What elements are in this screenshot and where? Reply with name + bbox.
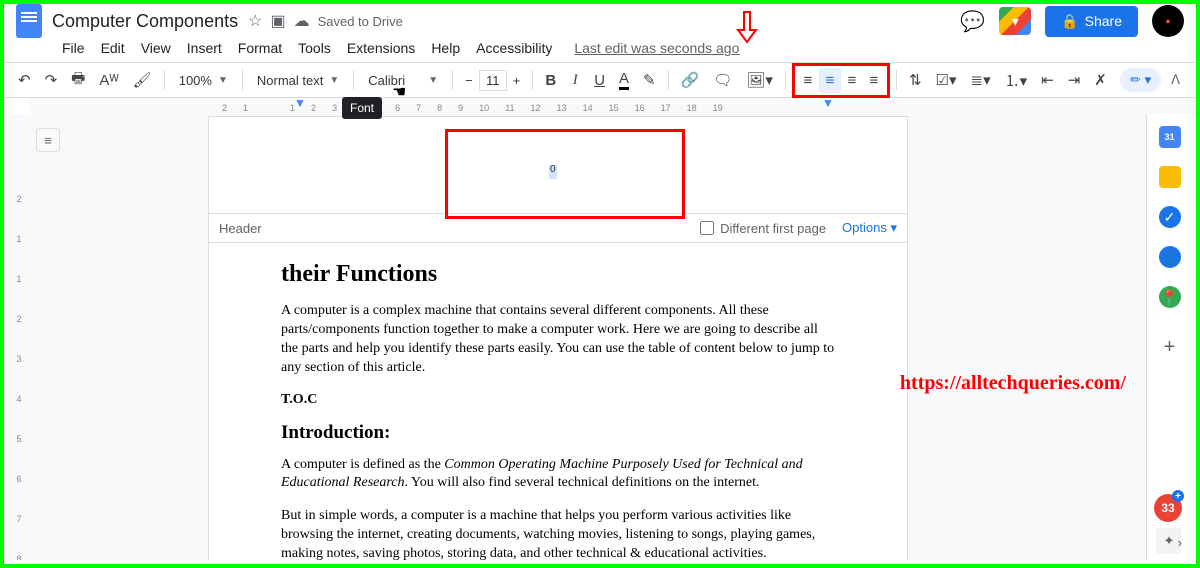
keep-icon[interactable] [1159, 166, 1181, 188]
decrease-font-button[interactable]: − [459, 70, 479, 91]
docs-logo-icon[interactable] [16, 4, 42, 38]
increase-font-button[interactable]: + [507, 70, 527, 91]
chevron-down-icon: ▼ [428, 75, 438, 86]
save-status: Saved to Drive [318, 14, 403, 29]
intro-paragraph[interactable]: A computer is a complex machine that con… [281, 302, 835, 378]
different-first-page-checkbox[interactable]: Different first page [700, 221, 826, 236]
italic-button[interactable]: I [564, 68, 586, 93]
menu-help[interactable]: Help [431, 40, 460, 56]
paint-format-button[interactable]: 🖌 [127, 67, 158, 93]
zoom-select[interactable]: 100% ▼ [171, 70, 236, 91]
alignment-group-highlight: ≡ ≡ ≡ ≡ [792, 63, 890, 98]
editing-mode-button[interactable]: ✏ ▾ [1120, 68, 1161, 92]
menu-file[interactable]: File [62, 40, 85, 56]
print-button[interactable]: 🖶 [65, 64, 91, 97]
spellcheck-button[interactable]: Aᵂ [93, 68, 124, 93]
move-folder-icon[interactable]: ▣ [270, 11, 285, 31]
left-indent-marker-icon[interactable]: ▼ [294, 96, 306, 110]
diff-first-label: Different first page [720, 221, 826, 236]
document-page[interactable]: Header Different first page Options ▾ th… [208, 116, 908, 560]
align-justify-button[interactable]: ≡ [863, 68, 885, 93]
menu-extensions[interactable]: Extensions [347, 40, 415, 56]
decrease-indent-button[interactable]: ⇤ [1035, 67, 1060, 93]
menu-accessibility[interactable]: Accessibility [476, 40, 552, 56]
meet-button[interactable]: ▾ [999, 7, 1031, 35]
menu-edit[interactable]: Edit [101, 40, 125, 56]
insert-comment-button[interactable]: 🗨 [707, 67, 738, 93]
watermark-text: https://alltechqueries.com/ [900, 372, 1126, 395]
line-spacing-button[interactable]: ⇅ [903, 67, 928, 93]
align-left-button[interactable]: ≡ [797, 68, 819, 93]
align-center-button[interactable]: ≡ [819, 68, 841, 93]
heading-introduction[interactable]: Introduction: [281, 422, 835, 444]
header-options-button[interactable]: Options ▾ [842, 220, 897, 236]
menu-bar: File Edit View Insert Format Tools Exten… [4, 38, 1196, 62]
numbered-list-button[interactable]: ⒈▾ [999, 66, 1034, 95]
cloud-saved-icon[interactable]: ☁ [294, 11, 310, 31]
align-right-button[interactable]: ≡ [841, 68, 863, 93]
annotation-arrow-down-icon [734, 10, 760, 46]
menu-format[interactable]: Format [238, 40, 282, 56]
increase-indent-button[interactable]: ⇥ [1062, 67, 1087, 93]
notification-badge[interactable]: 33 [1154, 494, 1182, 522]
style-value: Normal text [257, 73, 323, 88]
toolbar: ↶ ↷ 🖶 Aᵂ 🖌 100% ▼ Normal text ▼ Calibri … [4, 62, 1196, 98]
menu-view[interactable]: View [141, 40, 171, 56]
vertical-ruler[interactable]: 2 1 1 2 3 4 5 6 7 8 9 10 [8, 114, 30, 560]
account-avatar[interactable]: ● [1152, 5, 1184, 37]
share-button[interactable]: 🔒 Share [1045, 6, 1138, 37]
font-tooltip: Font [342, 97, 382, 119]
right-indent-marker-icon[interactable]: ▼ [822, 96, 834, 110]
side-panel-collapse-icon[interactable]: › [1178, 535, 1182, 550]
checklist-button[interactable]: ☑▾ [930, 67, 963, 93]
heading-functions[interactable]: their Functions [281, 261, 835, 288]
underline-button[interactable]: U [588, 68, 611, 93]
clear-formatting-button[interactable]: ✗ [1088, 67, 1113, 93]
menu-insert[interactable]: Insert [187, 40, 222, 56]
insert-link-button[interactable]: 🔗 [675, 67, 706, 93]
paragraph-style-select[interactable]: Normal text ▼ [249, 70, 347, 91]
undo-button[interactable]: ↶ [12, 67, 37, 93]
contacts-icon[interactable]: 👤 [1159, 246, 1181, 268]
text-color-button[interactable]: A [613, 66, 635, 94]
add-addon-button[interactable]: + [1164, 336, 1176, 359]
highlight-button[interactable]: ✎ [637, 67, 662, 93]
zoom-value: 100% [179, 73, 212, 88]
chevron-down-icon: ▼ [218, 75, 228, 86]
diff-first-input[interactable] [700, 221, 714, 235]
document-body[interactable]: their Functions A computer is a complex … [209, 243, 907, 560]
calendar-icon[interactable]: 31 [1159, 126, 1181, 148]
chevron-down-icon: ▼ [329, 75, 339, 86]
share-label: Share [1085, 13, 1122, 29]
tasks-icon[interactable]: ✓ [1159, 206, 1181, 228]
document-title[interactable]: Computer Components [52, 11, 238, 32]
page-header-area[interactable] [209, 117, 907, 213]
show-outline-button[interactable]: ≡ [36, 128, 60, 152]
definition-paragraph[interactable]: A computer is defined as the Common Oper… [281, 456, 835, 494]
mouse-cursor-icon: ☚ [392, 82, 406, 102]
annotation-box-header [445, 129, 685, 219]
header-label: Header [219, 221, 262, 236]
comment-history-icon[interactable]: 💬 [960, 9, 985, 34]
insert-image-button[interactable]: 🖼▾ [740, 67, 779, 93]
collapse-toolbar-button[interactable]: ᐱ [1163, 68, 1188, 92]
redo-button[interactable]: ↷ [39, 67, 64, 93]
menu-tools[interactable]: Tools [298, 40, 331, 56]
simple-words-paragraph[interactable]: But in simple words, a computer is a mac… [281, 507, 835, 560]
lock-icon: 🔒 [1061, 13, 1078, 30]
bold-button[interactable]: B [539, 68, 562, 93]
bullet-list-button[interactable]: ≣▾ [965, 67, 997, 93]
star-icon[interactable]: ☆ [248, 11, 262, 31]
toc-label[interactable]: T.O.C [281, 392, 835, 408]
maps-icon[interactable]: 📍 [1159, 286, 1181, 308]
last-edit-link[interactable]: Last edit was seconds ago [574, 40, 739, 56]
font-size-input[interactable]: 11 [479, 70, 507, 91]
